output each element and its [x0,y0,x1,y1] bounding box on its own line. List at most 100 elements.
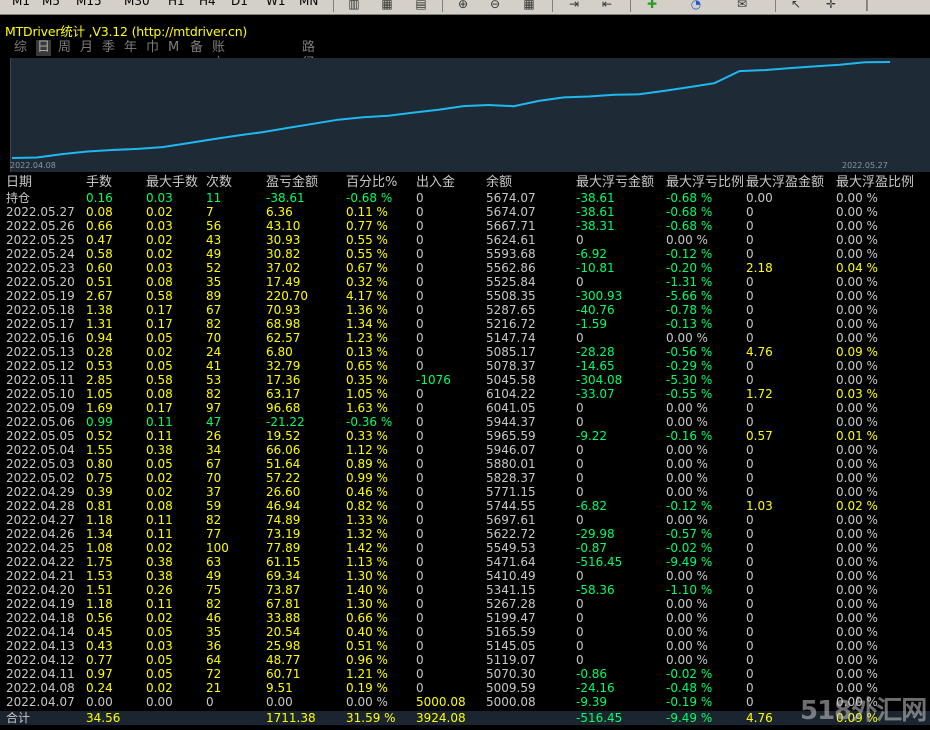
cell-balance: 6041.05 [486,401,536,415]
cell-lots: 0.60 [86,261,113,275]
vertical-line-icon[interactable]: │ [858,0,876,12]
cell-date: 2022.04.14 [6,625,75,639]
cell-max-lots: 0.05 [146,667,173,681]
periods-icon[interactable]: ◔ [687,0,705,12]
cell-max-lots: 0.05 [146,653,173,667]
cell-lots: 0.16 [86,191,113,205]
cell-lots: 2.85 [86,373,113,387]
cell-max-lots: 0.38 [146,555,173,569]
cell-lots: 2.67 [86,289,113,303]
tab-7[interactable]: M [168,40,179,56]
header-deposit[interactable]: 出入金 [416,174,455,192]
cell-max-float-loss-pct: -0.55 % [666,387,713,401]
table-row: 2022.04.27 1.18 0.11 82 74.89 1.33 % 0 5697.61 0… [0,513,930,527]
header-date[interactable]: 日期 [6,174,32,192]
cell-max-lots: 0.02 [146,345,173,359]
cell-count: 26 [206,429,222,443]
header-percent[interactable]: 百分比% [346,174,397,192]
header-max-float-profit-pct[interactable]: 最大浮盈比例 [836,174,914,192]
header-max-float-loss[interactable]: 最大浮亏金额 [576,174,654,192]
zoom-in-icon[interactable]: ⊕ [454,0,472,12]
cell-count: 41 [206,359,222,373]
cell-max-float-profit: 0 [746,359,754,373]
timeframe-m1-button[interactable]: M1 [12,0,30,8]
cell-date: 2022.05.09 [6,401,75,415]
timeframe-m5-button[interactable]: M5 [42,0,60,8]
header-max-float-profit[interactable]: 最大浮盈金额 [746,174,824,192]
cell-max-float-profit-pct: 0.00 % [836,471,878,485]
cell-max-float-loss: -300.93 [576,289,623,303]
cell-deposit: 0 [416,429,424,443]
cell-balance: 5624.61 [486,233,536,247]
header-lots[interactable]: 手数 [86,174,112,192]
tab-0[interactable]: 综 [14,40,27,56]
table-row: 2022.05.27 0.08 0.02 7 6.36 0.11 % 0 5674.07 -38… [0,205,930,219]
cell-max-lots: 0.02 [146,541,173,555]
cell-percent: 1.30 % [346,597,388,611]
cell-pnl: 9.51 [266,681,293,695]
cell-deposit: 0 [416,625,424,639]
tab-6[interactable]: 巾 [146,40,159,56]
timeframe-mn-button[interactable]: MN [299,0,318,8]
cell-lots: 1.08 [86,541,113,555]
cell-max-float-loss: -38.31 [576,219,615,233]
cell-balance: 5165.59 [486,625,536,639]
table-row: 2022.04.19 1.18 0.11 82 67.81 1.30 % 0 5267.28 0… [0,597,930,611]
tab-3[interactable]: 月 [80,40,93,56]
cell-max-float-loss-pct: 0.00 % [666,653,708,667]
cell-max-float-profit: 0 [746,667,754,681]
cell-max-float-loss: -10.81 [576,261,615,275]
cell-percent: 0.33 % [346,429,388,443]
tab-1[interactable]: 日 [36,40,52,56]
cell-max-float-profit: 0 [746,485,754,499]
header-max-float-loss-pct[interactable]: 最大浮亏比例 [666,174,744,192]
chart-shift-icon[interactable]: ⇥ [565,0,583,12]
cell-percent: 4.17 % [346,289,388,303]
cell-deposit: 0 [416,597,424,611]
tab-8[interactable]: 备 [190,40,203,56]
chart-candles-icon[interactable]: ▦ [378,0,396,12]
timeframe-w1-button[interactable]: W1 [266,0,286,8]
cell-max-float-profit-pct: 0.01 % [836,429,878,443]
timeframe-h4-button[interactable]: H4 [199,0,216,8]
table-row: 2022.04.21 1.53 0.38 49 69.34 1.30 % 0 5410.49 0… [0,569,930,583]
header-pnl[interactable]: 盈亏金额 [266,174,318,192]
cell-max-float-profit: 1.72 [746,387,773,401]
chart-bars-icon[interactable]: ▥ [345,0,363,12]
cell-count: 82 [206,317,222,331]
timeframe-m15-button[interactable]: M15 [76,0,102,8]
toolbar-separator [333,0,334,12]
tab-2[interactable]: 周 [58,40,71,56]
header-balance[interactable]: 余额 [486,174,512,192]
header-count[interactable]: 次数 [206,174,232,192]
toolbar-separator [775,0,776,12]
crosshair-icon[interactable]: ✛ [822,0,840,12]
templates-icon[interactable]: ✉ [733,0,751,12]
timeframe-d1-button[interactable]: D1 [231,0,248,8]
cell-pnl: 73.19 [266,527,301,541]
timeframe-m30-button[interactable]: M30 [124,0,150,8]
cell-max-float-profit: 0 [746,331,754,345]
chart-line-icon[interactable]: ▤ [412,0,430,12]
cell-max-float-loss: -9.39 [576,695,608,709]
table-row: 2022.05.26 0.66 0.03 56 43.10 0.77 % 0 5667.71 -… [0,219,930,233]
table-row: 2022.04.13 0.43 0.03 36 25.98 0.51 % 0 5145.05 0… [0,639,930,653]
table-row: 2022.05.10 1.05 0.08 82 63.17 1.05 % 0 6104.22 -… [0,387,930,401]
cell-count: 100 [206,541,229,555]
tab-4[interactable]: 季 [102,40,115,56]
tile-windows-icon[interactable]: ▦ [520,0,538,12]
cell-max-float-loss: -516.45 [576,711,623,725]
cell-max-float-loss-pct: -0.48 % [666,681,713,695]
autoscroll-icon[interactable]: ⇤ [598,0,616,12]
tab-5[interactable]: 年 [124,40,137,56]
zoom-out-icon[interactable]: ⊖ [486,0,504,12]
cursor-icon[interactable]: ↖ [787,0,805,12]
cell-pnl: 62.57 [266,331,301,345]
cell-count: 82 [206,387,222,401]
cell-max-lots: 0.05 [146,457,173,471]
header-max-lots[interactable]: 最大手数 [146,174,198,192]
cell-pnl: 33.88 [266,611,301,625]
timeframe-h1-button[interactable]: H1 [168,0,185,8]
table-row: 2022.04.07 0.00 0.00 0 0.00 0.00 % 5000.08 5000… [0,695,930,709]
add-indicator-icon[interactable]: ✚ [643,0,661,12]
